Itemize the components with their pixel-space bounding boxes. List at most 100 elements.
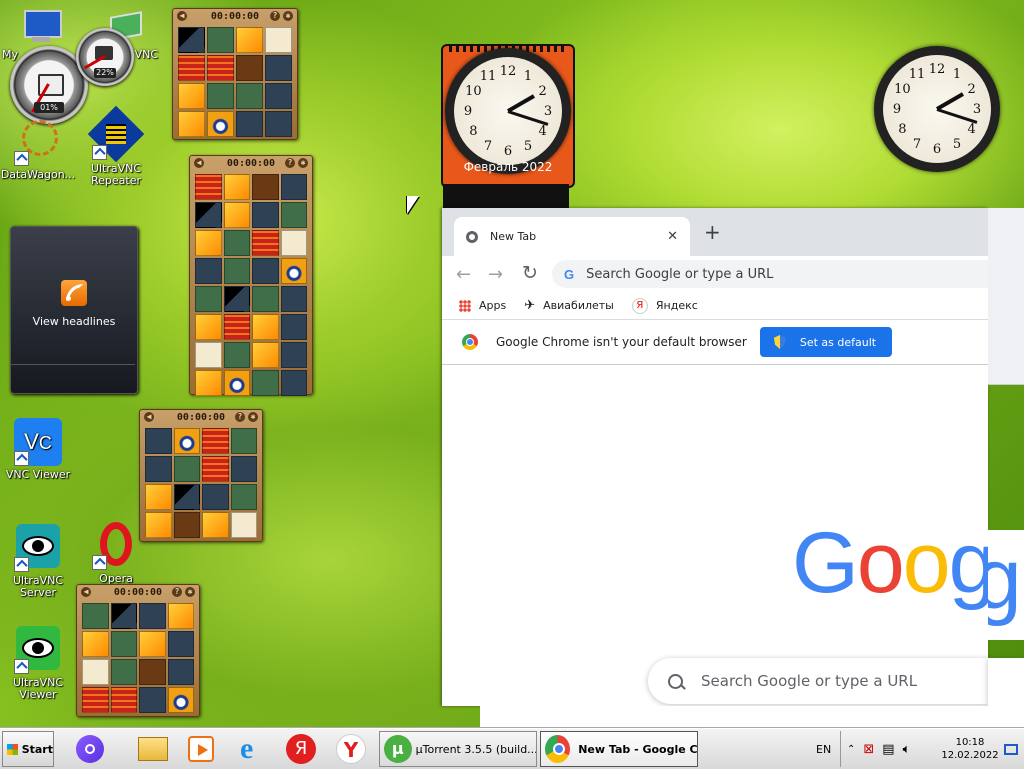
clock-number: 12 — [499, 64, 517, 79]
clock-number: 9 — [892, 102, 902, 117]
start-button[interactable]: Start — [2, 731, 54, 767]
rss-headlines-gadget[interactable]: View headlines — [10, 226, 138, 394]
reload-icon[interactable]: ↻ — [522, 262, 538, 284]
desktop-icon-label: DataWagon... — [0, 168, 76, 181]
desktop: My VNC 01% 22% DataWagon... UltraVNC Rep… — [0, 0, 1024, 728]
set-as-default-button[interactable]: Set as default — [759, 327, 893, 357]
default-browser-infobar: Google Chrome isn't your default browser… — [442, 320, 988, 365]
ntp-search-input[interactable]: Search Google or type a URL — [701, 672, 917, 690]
bookmark-aviabilety[interactable]: Авиабилеты — [543, 299, 614, 312]
desktop-icon-label: VNC Viewer — [5, 468, 71, 481]
help-icon[interactable]: ? — [235, 412, 245, 422]
task-label: µTorrent 3.5.5 (build... — [415, 742, 536, 756]
help-icon[interactable]: ? — [270, 11, 280, 21]
puzzle-grid[interactable] — [140, 425, 262, 543]
calendar-month: Февраль 2022 — [463, 160, 553, 174]
opera-icon — [92, 522, 140, 570]
alice-launcher-icon[interactable] — [76, 731, 104, 767]
taskbar-task-utorrent[interactable]: µ µTorrent 3.5.5 (build... — [379, 731, 537, 767]
calendar-clock-gadget[interactable]: 12 1 2 3 4 5 6 7 8 9 10 11 Февраль 2022 — [441, 44, 575, 188]
network-error-icon[interactable]: ⊠ — [863, 742, 874, 757]
media-player-icon[interactable] — [188, 731, 214, 767]
datawagon-icon — [14, 118, 62, 166]
clock[interactable]: 10:18 12.02.2022 — [938, 731, 1002, 767]
taskbar-task-chrome[interactable]: New Tab - Google C... — [540, 731, 698, 767]
omnibox-input[interactable]: Search Google or type a URL — [586, 267, 773, 282]
forward-icon[interactable]: → — [488, 264, 503, 285]
new-tab-button[interactable]: + — [704, 220, 721, 244]
monitor-icon — [1004, 743, 1018, 755]
puzzle-grid[interactable] — [173, 24, 297, 142]
volume-icon[interactable]: 🔈︎ — [903, 742, 911, 757]
system-tray: ⌃ ⊠ ▤ 🔈︎ — [840, 731, 933, 767]
ntp-search-box[interactable]: Search Google or type a URL — [648, 658, 988, 704]
desktop-icon-vnc-viewer[interactable]: VC VNC Viewer — [0, 418, 76, 481]
shortcut-arrow-icon — [14, 557, 29, 572]
show-hidden-icons-chevron-icon[interactable]: ⌃ — [847, 744, 855, 755]
chrome-logo-icon — [462, 334, 478, 350]
background-window-bottom — [480, 706, 1024, 728]
file-explorer-icon[interactable] — [138, 731, 168, 767]
puzzle-gadget[interactable]: ◀ 00:00:00 ? ✱ — [189, 155, 313, 396]
set-as-default-label: Set as default — [799, 335, 877, 349]
google-logo-letter: g — [948, 515, 988, 611]
clock-number: 5 — [523, 138, 533, 154]
puzzle-grid[interactable] — [190, 171, 312, 401]
puzzle-menu-icon[interactable]: ◀ — [81, 587, 91, 597]
google-logo: Google — [792, 514, 988, 624]
ultravnc-repeater-icon — [87, 105, 145, 163]
chrome-favicon-icon — [466, 230, 478, 243]
desktop-icon-ultravnc-viewer[interactable]: UltraVNC Viewer — [0, 626, 76, 701]
cpu-usage-value: 01% — [34, 102, 64, 113]
clock-number: 3 — [972, 102, 982, 117]
internet-explorer-icon[interactable]: e — [240, 731, 253, 767]
view-headlines-label[interactable]: View headlines — [11, 315, 137, 328]
bookmark-yandex[interactable]: Яндекс — [656, 299, 698, 312]
puzzle-gadget[interactable]: ◀ 00:00:00 ? ✱ — [139, 409, 263, 542]
shuffle-icon[interactable]: ✱ — [298, 158, 308, 168]
yandex-icon[interactable]: Y — [336, 731, 366, 767]
puzzle-grid[interactable] — [77, 600, 199, 718]
desktop-icon-datawagon[interactable]: DataWagon... — [0, 118, 76, 181]
chrome-window[interactable]: New Tab ✕ + ← → ↻ G Search Google or typ… — [442, 208, 992, 706]
puzzle-menu-icon[interactable]: ◀ — [177, 11, 187, 21]
clock-number: 9 — [463, 104, 473, 119]
close-tab-icon[interactable]: ✕ — [667, 229, 678, 244]
tab-strip: New Tab ✕ + — [442, 208, 988, 256]
language-indicator[interactable]: EN — [816, 731, 831, 767]
yandex-browser-icon[interactable]: Я — [286, 731, 316, 767]
clock-number: 4 — [967, 122, 976, 137]
back-icon[interactable]: ← — [456, 264, 471, 285]
puzzle-menu-icon[interactable]: ◀ — [194, 158, 204, 168]
help-icon[interactable]: ? — [285, 158, 295, 168]
clock-gadget[interactable]: 12 1 2 3 4 5 6 7 8 9 10 11 — [874, 46, 1000, 172]
puzzle-timer-bar: ◀ 00:00:00 ? ✱ — [77, 585, 199, 600]
shield-icon — [773, 335, 786, 349]
puzzle-timer: 00:00:00 — [226, 158, 276, 169]
apps-grid-icon — [459, 299, 471, 312]
tab-new-tab[interactable]: New Tab ✕ — [454, 217, 690, 256]
shortcut-arrow-icon — [14, 451, 29, 466]
bookmarks-bar: Apps ✈ Авиабилеты Я Яндекс — [442, 292, 988, 320]
infobar-message: Google Chrome isn't your default browser — [496, 335, 747, 349]
memory-usage-value: 22% — [94, 68, 116, 78]
clock-number: 8 — [469, 124, 478, 139]
show-desktop-button[interactable] — [1004, 731, 1018, 767]
desktop-icon-label: UltraVNC Viewer — [12, 676, 64, 701]
puzzle-timer-bar: ◀ 00:00:00 ? ✱ — [173, 9, 297, 24]
shuffle-icon[interactable]: ✱ — [283, 11, 293, 21]
puzzle-gadget[interactable]: ◀ 00:00:00 ? ✱ — [76, 584, 200, 717]
puzzle-gadget[interactable]: ◀ 00:00:00 ? ✱ — [172, 8, 298, 140]
network-icon[interactable]: ▤ — [882, 742, 894, 757]
toolbar: ← → ↻ G Search Google or type a URL — [442, 256, 992, 292]
shuffle-icon[interactable]: ✱ — [248, 412, 258, 422]
clock-number: 5 — [952, 136, 962, 152]
help-icon[interactable]: ? — [172, 587, 182, 597]
task-label: New Tab - Google C... — [578, 742, 697, 756]
omnibox[interactable]: G Search Google or type a URL — [552, 260, 992, 288]
bookmark-apps[interactable]: Apps — [479, 299, 506, 312]
puzzle-menu-icon[interactable]: ◀ — [144, 412, 154, 422]
shuffle-icon[interactable]: ✱ — [185, 587, 195, 597]
desktop-icon-ultravnc-server[interactable]: UltraVNC Server — [0, 524, 76, 599]
desktop-icon-ultravnc-repeater[interactable]: UltraVNC Repeater — [78, 105, 154, 187]
